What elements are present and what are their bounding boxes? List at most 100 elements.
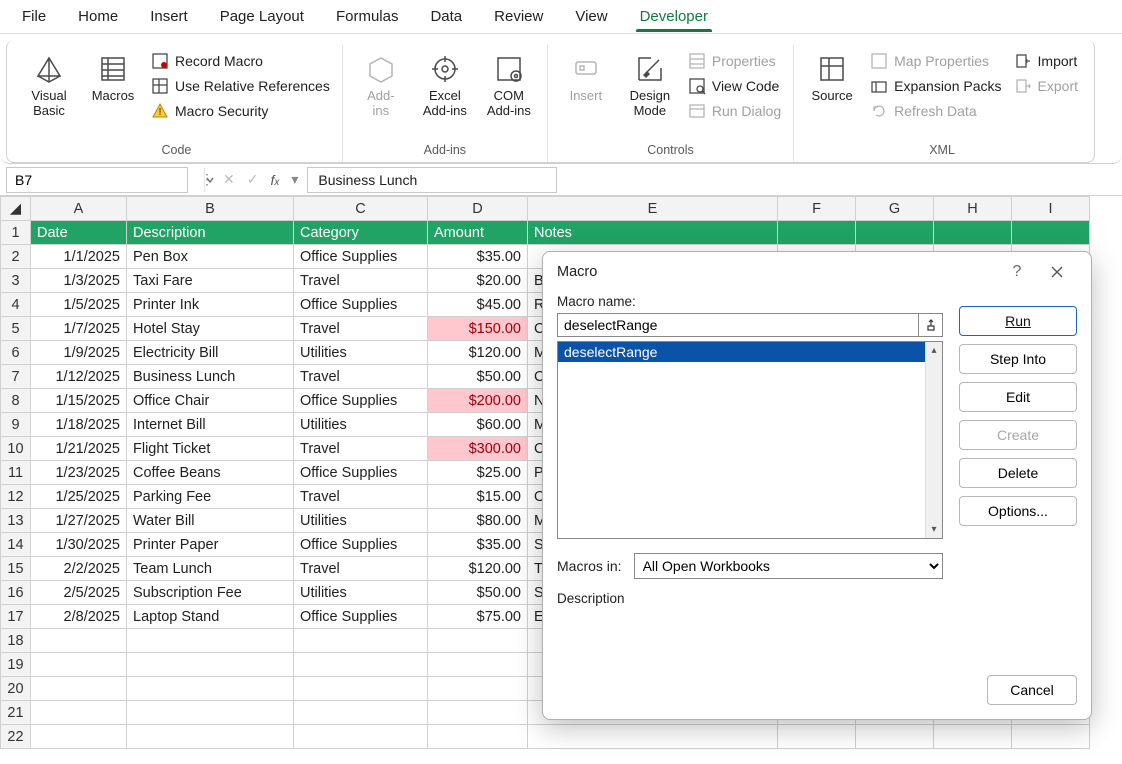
cell[interactable]: $45.00 [428,293,528,317]
xml-export-button[interactable]: Export [1010,75,1082,97]
cell[interactable]: Hotel Stay [127,317,294,341]
cell[interactable]: Office Supplies [294,245,428,269]
scroll-up-icon[interactable]: ▴ [926,342,942,359]
cell[interactable]: 1/3/2025 [31,269,127,293]
cell[interactable]: Travel [294,269,428,293]
cell[interactable] [1012,725,1090,749]
macro-listbox[interactable]: deselectRange ▴ ▾ [557,341,943,539]
cell[interactable] [934,725,1012,749]
cell[interactable]: Office Supplies [294,293,428,317]
name-box[interactable] [6,167,188,193]
row-header-11[interactable]: 11 [1,461,31,485]
col-header-D[interactable]: D [428,197,528,221]
dialog-help-button[interactable]: ? [997,252,1037,292]
row-header-20[interactable]: 20 [1,677,31,701]
cell[interactable]: $35.00 [428,533,528,557]
cell[interactable]: $120.00 [428,341,528,365]
menu-home[interactable]: Home [62,2,134,31]
cell[interactable]: Travel [294,437,428,461]
row-header-18[interactable]: 18 [1,629,31,653]
menu-developer[interactable]: Developer [624,2,724,31]
col-header-C[interactable]: C [294,197,428,221]
menu-data[interactable]: Data [414,2,478,31]
cell[interactable] [127,629,294,653]
cell[interactable]: Office Supplies [294,389,428,413]
cell[interactable] [31,629,127,653]
xml-source-button[interactable]: Source [802,48,862,108]
cell[interactable]: 1/21/2025 [31,437,127,461]
menu-review[interactable]: Review [478,2,559,31]
cell[interactable] [428,653,528,677]
cell[interactable] [856,725,934,749]
cell[interactable]: Business Lunch [127,365,294,389]
cell[interactable]: Office Chair [127,389,294,413]
menu-page-layout[interactable]: Page Layout [204,2,320,31]
col-header-F[interactable]: F [778,197,856,221]
row-header-2[interactable]: 2 [1,245,31,269]
cell[interactable]: 1/15/2025 [31,389,127,413]
cell[interactable]: $35.00 [428,245,528,269]
fx-icon[interactable]: fx [267,172,282,188]
row-header-22[interactable]: 22 [1,725,31,749]
cell[interactable]: Laptop Stand [127,605,294,629]
record-macro-button[interactable]: Record Macro [147,50,334,72]
row-header-14[interactable]: 14 [1,533,31,557]
cell[interactable]: Water Bill [127,509,294,533]
cell[interactable] [428,725,528,749]
cell[interactable] [127,701,294,725]
create-button[interactable]: Create [959,420,1077,450]
macro-security-button[interactable]: ! Macro Security [147,100,334,122]
header-cell[interactable]: Description [127,221,294,245]
row-header-13[interactable]: 13 [1,509,31,533]
cell[interactable]: Internet Bill [127,413,294,437]
row-header-19[interactable]: 19 [1,653,31,677]
use-relative-references-button[interactable]: Use Relative References [147,75,334,97]
cell[interactable]: 1/18/2025 [31,413,127,437]
cell[interactable]: $60.00 [428,413,528,437]
xml-import-button[interactable]: Import [1010,50,1082,72]
run-button[interactable]: Run [959,306,1077,336]
col-header-A[interactable]: A [31,197,127,221]
cell[interactable]: 1/12/2025 [31,365,127,389]
cell[interactable] [127,677,294,701]
cell[interactable] [294,677,428,701]
cell[interactable]: Utilities [294,581,428,605]
refresh-data-button[interactable]: Refresh Data [866,100,1005,122]
macros-button[interactable]: Macros [83,48,143,108]
row-header-10[interactable]: 10 [1,437,31,461]
col-header-G[interactable]: G [856,197,934,221]
cell[interactable]: 1/9/2025 [31,341,127,365]
visual-basic-button[interactable]: Visual Basic [19,48,79,123]
row-header-21[interactable]: 21 [1,701,31,725]
design-mode-button[interactable]: Design Mode [620,48,680,123]
cell[interactable]: Pen Box [127,245,294,269]
cell[interactable]: Printer Paper [127,533,294,557]
cell[interactable]: Travel [294,317,428,341]
cell[interactable]: $50.00 [428,581,528,605]
col-header-E[interactable]: E [528,197,778,221]
cell[interactable] [127,653,294,677]
listbox-scrollbar[interactable]: ▴ ▾ [925,342,942,538]
edit-button[interactable]: Edit [959,382,1077,412]
macro-list-item[interactable]: deselectRange [558,342,942,362]
col-header-I[interactable]: I [1012,197,1090,221]
cancel-formula-icon[interactable]: ✕ [220,171,238,188]
macro-name-input[interactable] [557,313,919,337]
cell[interactable]: $150.00 [428,317,528,341]
formula-options-icon[interactable]: ⋮ [194,171,214,188]
menu-formulas[interactable]: Formulas [320,2,415,31]
menu-insert[interactable]: Insert [134,2,204,31]
row-header-1[interactable]: 1 [1,221,31,245]
cell[interactable]: Utilities [294,413,428,437]
cell[interactable]: 2/5/2025 [31,581,127,605]
row-header-7[interactable]: 7 [1,365,31,389]
row-header-9[interactable]: 9 [1,413,31,437]
col-header-B[interactable]: B [127,197,294,221]
cell[interactable]: Office Supplies [294,533,428,557]
cell[interactable] [31,653,127,677]
cell[interactable]: 1/30/2025 [31,533,127,557]
cell[interactable] [294,701,428,725]
cell[interactable] [934,221,1012,245]
cell[interactable] [778,221,856,245]
cell[interactable] [31,725,127,749]
